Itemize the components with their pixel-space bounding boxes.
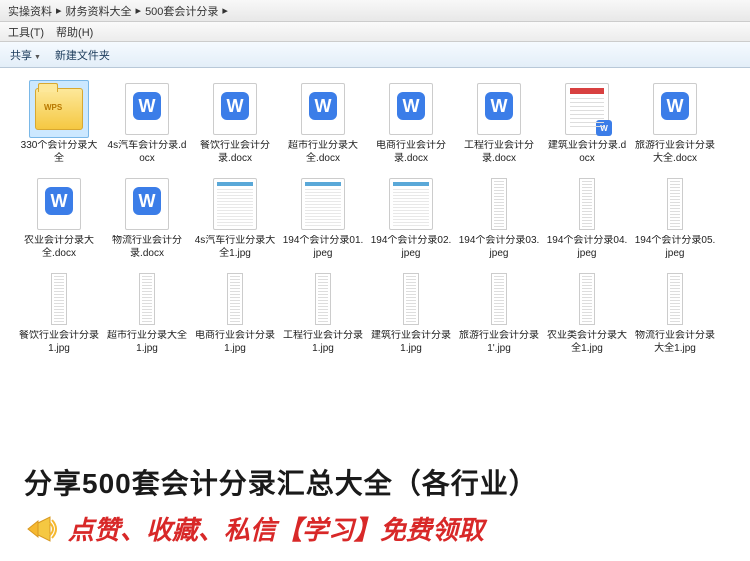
image-icon [491,178,507,230]
image-icon [667,178,683,230]
folder-icon [35,88,83,130]
image-icon [315,273,331,325]
file-label: 建筑业会计分录.docx [546,140,628,165]
docx-icon: W [301,83,345,135]
file-item[interactable]: 工程行业会计分录1.jpg [280,266,366,359]
file-label: 194个会计分录03.jpeg [458,235,540,260]
image-icon [227,273,243,325]
file-item[interactable]: W 电商行业会计分录.docx [368,76,454,169]
docx-icon: W [125,83,169,135]
docx-icon: W [213,83,257,135]
file-label: 194个会计分录05.jpeg [634,235,716,260]
file-item[interactable]: 电商行业会计分录1.jpg [192,266,278,359]
image-icon [389,178,433,230]
megaphone-icon [24,511,60,547]
breadcrumb-item[interactable]: 实操资料 [8,3,52,19]
file-label: 194个会计分录01.jpeg [282,235,364,260]
file-item[interactable]: W 工程行业会计分录.docx [456,76,542,169]
breadcrumb[interactable]: 实操资料 ▸ 财务资料大全 ▸ 500套会计分录 ▸ [0,0,750,22]
image-icon [51,273,67,325]
file-label: 194个会计分录02.jpeg [370,235,452,260]
file-label: 194个会计分录04.jpeg [546,235,628,260]
image-icon [579,178,595,230]
file-item[interactable]: 建筑行业会计分录1.jpg [368,266,454,359]
file-item[interactable]: 194个会计分录02.jpeg [368,171,454,264]
file-item[interactable]: 物流行业会计分录大全1.jpg [632,266,718,359]
file-item[interactable]: W 农业会计分录大全.docx [16,171,102,264]
file-label: 旅游行业会计分录大全.docx [634,140,716,165]
file-label: 4s汽车会计分录.docx [106,140,188,165]
file-label: 330个会计分录大全 [18,140,100,165]
new-folder-button[interactable]: 新建文件夹 [55,47,110,63]
file-label: 电商行业会计分录1.jpg [194,330,276,355]
file-item[interactable]: W 建筑业会计分录.docx [544,76,630,169]
file-label: 旅游行业会计分录1'.jpg [458,330,540,355]
promo-banner: 分享500套会计分录汇总大全（各行业） 点赞、收藏、私信【学习】免费领取 [0,456,750,561]
file-label: 超市行业分录大全.docx [282,140,364,165]
breadcrumb-item[interactable]: 500套会计分录 [145,3,218,19]
chevron-right-icon: ▸ [56,4,62,17]
promo-title: 分享500套会计分录汇总大全（各行业） [24,462,726,502]
toolbar: 共享 新建文件夹 [0,42,750,68]
chevron-right-icon: ▸ [222,4,228,17]
file-item[interactable]: W 超市行业分录大全.docx [280,76,366,169]
share-button[interactable]: 共享 [10,47,41,63]
file-item[interactable]: 194个会计分录03.jpeg [456,171,542,264]
file-item[interactable]: 餐饮行业会计分录1.jpg [16,266,102,359]
file-item[interactable]: 194个会计分录05.jpeg [632,171,718,264]
file-label: 餐饮行业会计分录1.jpg [18,330,100,355]
promo-subtitle: 点赞、收藏、私信【学习】免费领取 [24,510,726,547]
docx-icon: W [477,83,521,135]
file-item[interactable]: W 旅游行业会计分录大全.docx [632,76,718,169]
file-item[interactable]: 旅游行业会计分录1'.jpg [456,266,542,359]
file-label: 物流行业会计分录.docx [106,235,188,260]
file-label: 4s汽车行业分录大全1.jpg [194,235,276,260]
docx-icon: W [653,83,697,135]
file-label: 建筑行业会计分录1.jpg [370,330,452,355]
file-label: 工程行业会计分录.docx [458,140,540,165]
menu-tools[interactable]: 工具(T) [8,24,44,39]
image-icon [301,178,345,230]
image-icon [403,273,419,325]
menu-bar: 工具(T) 帮助(H) [0,22,750,42]
docx-icon: W [389,83,433,135]
file-item[interactable]: 194个会计分录04.jpeg [544,171,630,264]
file-item[interactable]: W 物流行业会计分录.docx [104,171,190,264]
chevron-right-icon: ▸ [136,4,142,17]
image-icon [213,178,257,230]
file-item[interactable]: 农业类会计分录大全1.jpg [544,266,630,359]
file-item[interactable]: W 餐饮行业会计分录.docx [192,76,278,169]
image-icon [667,273,683,325]
docx-icon: W [37,178,81,230]
file-label: 农业会计分录大全.docx [18,235,100,260]
doc-preview-icon: W [565,83,609,135]
file-label: 物流行业会计分录大全1.jpg [634,330,716,355]
docx-icon: W [125,178,169,230]
file-item[interactable]: 194个会计分录01.jpeg [280,171,366,264]
file-label: 超市行业分录大全1.jpg [106,330,188,355]
image-icon [491,273,507,325]
file-label: 工程行业会计分录1.jpg [282,330,364,355]
image-icon [579,273,595,325]
file-grid[interactable]: 330个会计分录大全W4s汽车会计分录.docxW餐饮行业会计分录.docxW超… [0,68,750,456]
file-item[interactable]: 超市行业分录大全1.jpg [104,266,190,359]
file-label: 电商行业会计分录.docx [370,140,452,165]
image-icon [139,273,155,325]
file-label: 农业类会计分录大全1.jpg [546,330,628,355]
file-item[interactable]: 330个会计分录大全 [16,76,102,169]
file-label: 餐饮行业会计分录.docx [194,140,276,165]
file-item[interactable]: 4s汽车行业分录大全1.jpg [192,171,278,264]
menu-help[interactable]: 帮助(H) [56,24,93,39]
breadcrumb-item[interactable]: 财务资料大全 [66,3,132,19]
file-item[interactable]: W 4s汽车会计分录.docx [104,76,190,169]
